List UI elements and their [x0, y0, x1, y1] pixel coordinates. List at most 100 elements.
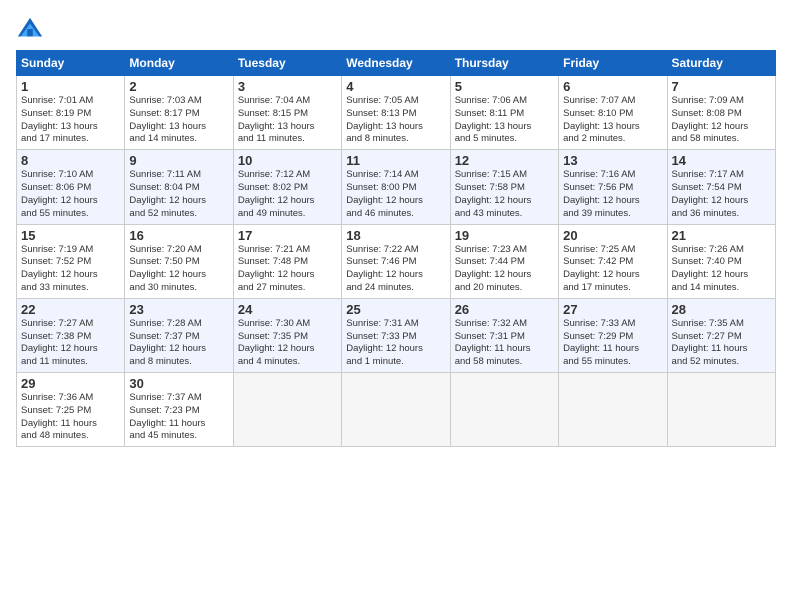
day-info: Sunrise: 7:05 AM Sunset: 8:13 PM Dayligh… [346, 95, 445, 146]
day-cell: 16Sunrise: 7:20 AM Sunset: 7:50 PM Dayli… [125, 224, 233, 298]
day-number: 8 [21, 153, 120, 168]
day-cell [559, 373, 667, 447]
day-cell: 29Sunrise: 7:36 AM Sunset: 7:25 PM Dayli… [17, 373, 125, 447]
week-row-5: 29Sunrise: 7:36 AM Sunset: 7:25 PM Dayli… [17, 373, 776, 447]
day-info: Sunrise: 7:32 AM Sunset: 7:31 PM Dayligh… [455, 318, 554, 369]
calendar-table: SundayMondayTuesdayWednesdayThursdayFrid… [16, 50, 776, 447]
header [16, 16, 776, 44]
day-cell: 5Sunrise: 7:06 AM Sunset: 8:11 PM Daylig… [450, 76, 558, 150]
day-info: Sunrise: 7:06 AM Sunset: 8:11 PM Dayligh… [455, 95, 554, 146]
day-cell [667, 373, 775, 447]
day-cell: 20Sunrise: 7:25 AM Sunset: 7:42 PM Dayli… [559, 224, 667, 298]
day-info: Sunrise: 7:15 AM Sunset: 7:58 PM Dayligh… [455, 169, 554, 220]
day-number: 29 [21, 376, 120, 391]
day-info: Sunrise: 7:30 AM Sunset: 7:35 PM Dayligh… [238, 318, 337, 369]
day-number: 19 [455, 228, 554, 243]
day-cell: 13Sunrise: 7:16 AM Sunset: 7:56 PM Dayli… [559, 150, 667, 224]
day-cell: 2Sunrise: 7:03 AM Sunset: 8:17 PM Daylig… [125, 76, 233, 150]
week-row-2: 8Sunrise: 7:10 AM Sunset: 8:06 PM Daylig… [17, 150, 776, 224]
day-info: Sunrise: 7:07 AM Sunset: 8:10 PM Dayligh… [563, 95, 662, 146]
day-cell [342, 373, 450, 447]
day-number: 14 [672, 153, 771, 168]
day-info: Sunrise: 7:28 AM Sunset: 7:37 PM Dayligh… [129, 318, 228, 369]
day-number: 1 [21, 79, 120, 94]
col-header-monday: Monday [125, 51, 233, 76]
header-row: SundayMondayTuesdayWednesdayThursdayFrid… [17, 51, 776, 76]
day-cell: 18Sunrise: 7:22 AM Sunset: 7:46 PM Dayli… [342, 224, 450, 298]
day-number: 20 [563, 228, 662, 243]
day-cell: 15Sunrise: 7:19 AM Sunset: 7:52 PM Dayli… [17, 224, 125, 298]
day-number: 2 [129, 79, 228, 94]
day-cell: 23Sunrise: 7:28 AM Sunset: 7:37 PM Dayli… [125, 298, 233, 372]
day-info: Sunrise: 7:31 AM Sunset: 7:33 PM Dayligh… [346, 318, 445, 369]
week-row-3: 15Sunrise: 7:19 AM Sunset: 7:52 PM Dayli… [17, 224, 776, 298]
day-info: Sunrise: 7:11 AM Sunset: 8:04 PM Dayligh… [129, 169, 228, 220]
day-number: 4 [346, 79, 445, 94]
day-number: 28 [672, 302, 771, 317]
col-header-friday: Friday [559, 51, 667, 76]
day-number: 13 [563, 153, 662, 168]
day-cell [450, 373, 558, 447]
day-number: 21 [672, 228, 771, 243]
day-info: Sunrise: 7:03 AM Sunset: 8:17 PM Dayligh… [129, 95, 228, 146]
day-info: Sunrise: 7:22 AM Sunset: 7:46 PM Dayligh… [346, 244, 445, 295]
day-cell: 26Sunrise: 7:32 AM Sunset: 7:31 PM Dayli… [450, 298, 558, 372]
col-header-tuesday: Tuesday [233, 51, 341, 76]
day-number: 22 [21, 302, 120, 317]
day-info: Sunrise: 7:12 AM Sunset: 8:02 PM Dayligh… [238, 169, 337, 220]
day-info: Sunrise: 7:36 AM Sunset: 7:25 PM Dayligh… [21, 392, 120, 443]
day-cell: 1Sunrise: 7:01 AM Sunset: 8:19 PM Daylig… [17, 76, 125, 150]
day-cell: 3Sunrise: 7:04 AM Sunset: 8:15 PM Daylig… [233, 76, 341, 150]
day-info: Sunrise: 7:17 AM Sunset: 7:54 PM Dayligh… [672, 169, 771, 220]
day-info: Sunrise: 7:27 AM Sunset: 7:38 PM Dayligh… [21, 318, 120, 369]
day-info: Sunrise: 7:14 AM Sunset: 8:00 PM Dayligh… [346, 169, 445, 220]
day-cell: 30Sunrise: 7:37 AM Sunset: 7:23 PM Dayli… [125, 373, 233, 447]
day-cell: 9Sunrise: 7:11 AM Sunset: 8:04 PM Daylig… [125, 150, 233, 224]
day-info: Sunrise: 7:25 AM Sunset: 7:42 PM Dayligh… [563, 244, 662, 295]
day-cell: 28Sunrise: 7:35 AM Sunset: 7:27 PM Dayli… [667, 298, 775, 372]
day-info: Sunrise: 7:33 AM Sunset: 7:29 PM Dayligh… [563, 318, 662, 369]
col-header-saturday: Saturday [667, 51, 775, 76]
day-cell: 10Sunrise: 7:12 AM Sunset: 8:02 PM Dayli… [233, 150, 341, 224]
day-info: Sunrise: 7:20 AM Sunset: 7:50 PM Dayligh… [129, 244, 228, 295]
day-info: Sunrise: 7:10 AM Sunset: 8:06 PM Dayligh… [21, 169, 120, 220]
day-cell [233, 373, 341, 447]
day-number: 11 [346, 153, 445, 168]
day-info: Sunrise: 7:21 AM Sunset: 7:48 PM Dayligh… [238, 244, 337, 295]
day-number: 12 [455, 153, 554, 168]
day-number: 9 [129, 153, 228, 168]
day-cell: 19Sunrise: 7:23 AM Sunset: 7:44 PM Dayli… [450, 224, 558, 298]
day-cell: 12Sunrise: 7:15 AM Sunset: 7:58 PM Dayli… [450, 150, 558, 224]
day-number: 18 [346, 228, 445, 243]
day-cell: 4Sunrise: 7:05 AM Sunset: 8:13 PM Daylig… [342, 76, 450, 150]
day-number: 16 [129, 228, 228, 243]
day-number: 5 [455, 79, 554, 94]
day-cell: 11Sunrise: 7:14 AM Sunset: 8:00 PM Dayli… [342, 150, 450, 224]
day-cell: 8Sunrise: 7:10 AM Sunset: 8:06 PM Daylig… [17, 150, 125, 224]
day-number: 24 [238, 302, 337, 317]
day-number: 6 [563, 79, 662, 94]
day-info: Sunrise: 7:09 AM Sunset: 8:08 PM Dayligh… [672, 95, 771, 146]
day-info: Sunrise: 7:35 AM Sunset: 7:27 PM Dayligh… [672, 318, 771, 369]
day-info: Sunrise: 7:23 AM Sunset: 7:44 PM Dayligh… [455, 244, 554, 295]
day-cell: 21Sunrise: 7:26 AM Sunset: 7:40 PM Dayli… [667, 224, 775, 298]
day-number: 26 [455, 302, 554, 317]
day-info: Sunrise: 7:26 AM Sunset: 7:40 PM Dayligh… [672, 244, 771, 295]
day-cell: 17Sunrise: 7:21 AM Sunset: 7:48 PM Dayli… [233, 224, 341, 298]
day-info: Sunrise: 7:04 AM Sunset: 8:15 PM Dayligh… [238, 95, 337, 146]
day-number: 30 [129, 376, 228, 391]
day-cell: 6Sunrise: 7:07 AM Sunset: 8:10 PM Daylig… [559, 76, 667, 150]
day-cell: 14Sunrise: 7:17 AM Sunset: 7:54 PM Dayli… [667, 150, 775, 224]
day-number: 7 [672, 79, 771, 94]
week-row-4: 22Sunrise: 7:27 AM Sunset: 7:38 PM Dayli… [17, 298, 776, 372]
logo [16, 16, 48, 44]
col-header-thursday: Thursday [450, 51, 558, 76]
day-number: 10 [238, 153, 337, 168]
day-number: 15 [21, 228, 120, 243]
day-cell: 7Sunrise: 7:09 AM Sunset: 8:08 PM Daylig… [667, 76, 775, 150]
day-cell: 25Sunrise: 7:31 AM Sunset: 7:33 PM Dayli… [342, 298, 450, 372]
day-number: 27 [563, 302, 662, 317]
day-cell: 27Sunrise: 7:33 AM Sunset: 7:29 PM Dayli… [559, 298, 667, 372]
day-number: 25 [346, 302, 445, 317]
day-info: Sunrise: 7:19 AM Sunset: 7:52 PM Dayligh… [21, 244, 120, 295]
